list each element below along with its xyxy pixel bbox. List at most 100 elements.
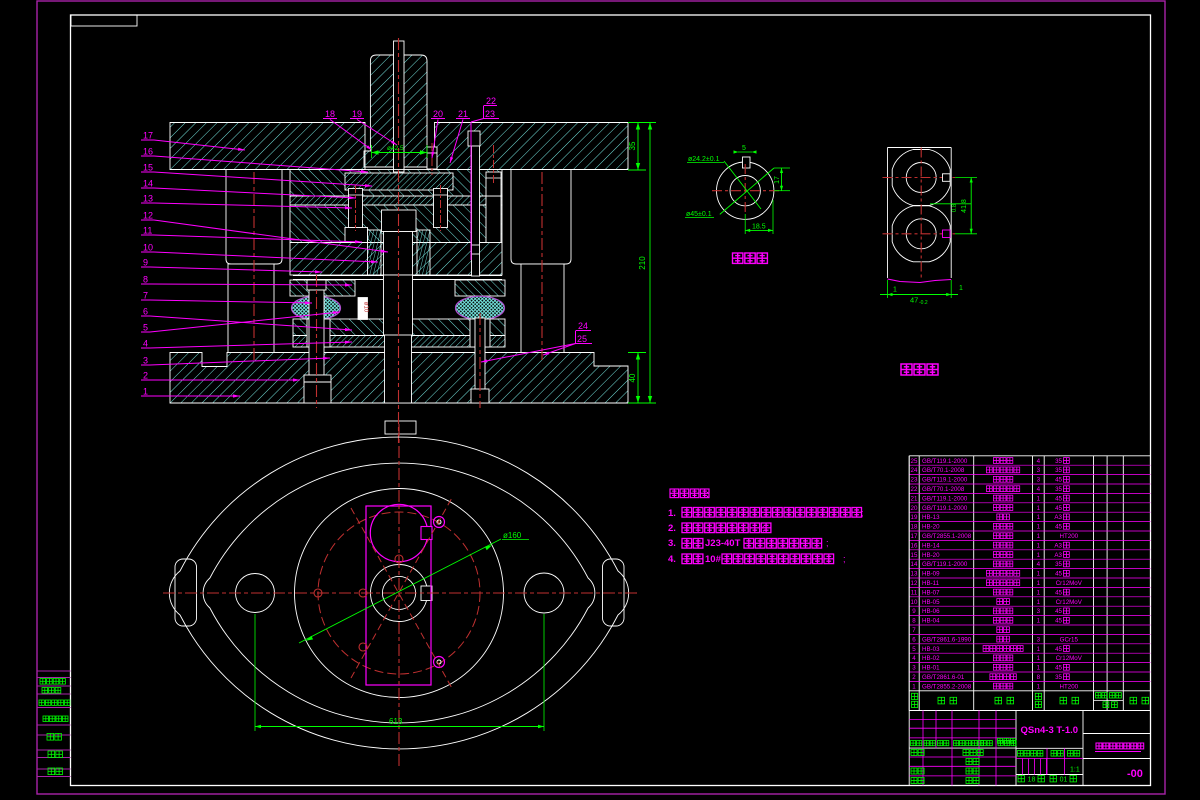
svg-text:18.5: 18.5 [752, 224, 766, 231]
svg-text:40: 40 [628, 373, 637, 382]
svg-text:41.8: 41.8 [961, 199, 968, 213]
svg-text:16: 16 [143, 147, 153, 157]
svg-text:45: 45 [1055, 505, 1062, 512]
svg-text:20: 20 [433, 109, 443, 119]
svg-text:GB/T2855.1-2008: GB/T2855.1-2008 [922, 533, 972, 540]
svg-text:7: 7 [143, 291, 148, 301]
svg-text:HB-20: HB-20 [922, 552, 940, 559]
svg-text:;: ; [762, 523, 765, 533]
svg-text:24: 24 [578, 321, 588, 331]
svg-text:GB/T119.1-2000: GB/T119.1-2000 [922, 505, 968, 512]
svg-text:GB/T2861.6-01: GB/T2861.6-01 [922, 674, 965, 681]
svg-text:HB-04: HB-04 [922, 618, 940, 625]
svg-text:18: 18 [325, 109, 335, 119]
svg-text:01: 01 [1060, 777, 1068, 784]
svg-text:3: 3 [1037, 477, 1041, 484]
svg-text:13: 13 [143, 194, 153, 204]
svg-text:1: 1 [1037, 571, 1041, 578]
svg-text:5: 5 [143, 323, 148, 333]
svg-text:HB-01: HB-01 [922, 665, 940, 672]
svg-text:18: 18 [911, 524, 918, 531]
svg-text:1: 1 [1037, 683, 1041, 690]
svg-text:1: 1 [912, 683, 916, 690]
svg-text:QSn4-3 T-1.0: QSn4-3 T-1.0 [1021, 725, 1079, 736]
svg-text:10: 10 [143, 243, 153, 253]
svg-text:2: 2 [143, 371, 148, 381]
svg-text:HB-13: HB-13 [922, 514, 940, 521]
svg-text:15: 15 [911, 552, 918, 559]
svg-text:6: 6 [912, 636, 916, 643]
svg-text:ø160: ø160 [503, 531, 522, 540]
svg-text:Cr12MoV: Cr12MoV [1056, 580, 1083, 587]
svg-text:1: 1 [1037, 495, 1041, 502]
svg-text:HT200: HT200 [1060, 533, 1079, 540]
svg-text:1: 1 [1037, 552, 1041, 559]
svg-text:1: 1 [143, 387, 148, 397]
svg-text:45: 45 [1055, 618, 1062, 625]
svg-text:HB-14: HB-14 [922, 542, 940, 549]
svg-text:21: 21 [911, 495, 918, 502]
svg-text:10#: 10# [705, 554, 722, 565]
svg-text:19: 19 [352, 109, 362, 119]
svg-text:HB-06: HB-06 [922, 608, 940, 615]
svg-text:45: 45 [1055, 589, 1062, 596]
svg-text:ø42.5: ø42.5 [387, 145, 404, 152]
svg-text:20: 20 [911, 505, 918, 512]
svg-text:35: 35 [1055, 467, 1062, 474]
svg-text:1: 1 [1037, 646, 1041, 653]
svg-text:1: 1 [1037, 524, 1041, 531]
svg-text:1: 1 [1037, 618, 1041, 625]
svg-text:3: 3 [1037, 608, 1041, 615]
svg-text:0.8: 0.8 [952, 203, 958, 212]
svg-text:5: 5 [912, 646, 916, 653]
svg-text:17: 17 [774, 176, 781, 184]
svg-text:1:1: 1:1 [1070, 767, 1080, 774]
svg-text:3: 3 [1037, 467, 1041, 474]
svg-text:GB/T119.1-2000: GB/T119.1-2000 [922, 477, 968, 484]
svg-text:45: 45 [1055, 477, 1062, 484]
svg-text:3: 3 [912, 665, 916, 672]
svg-text:9: 9 [912, 608, 916, 615]
svg-text:3: 3 [143, 356, 148, 366]
svg-text:4: 4 [912, 655, 916, 662]
svg-text:9: 9 [143, 258, 148, 268]
svg-text:-00: -00 [1127, 768, 1143, 780]
svg-text:1: 1 [1037, 589, 1041, 596]
svg-text:GCr15: GCr15 [1060, 636, 1079, 643]
svg-text:GB/T119.1-2000: GB/T119.1-2000 [922, 458, 968, 465]
svg-text:47: 47 [910, 296, 918, 305]
svg-text:HB-03: HB-03 [922, 646, 940, 653]
svg-text:ø10: ø10 [363, 302, 369, 313]
svg-text:35: 35 [1055, 486, 1062, 493]
svg-text:ø24.2±0.1: ø24.2±0.1 [688, 156, 720, 163]
svg-text:210: 210 [638, 256, 647, 270]
svg-text:1: 1 [1037, 514, 1041, 521]
svg-text:7: 7 [912, 627, 916, 634]
svg-text:4: 4 [1037, 458, 1041, 465]
svg-text:45: 45 [1055, 608, 1062, 615]
svg-text:45: 45 [1055, 571, 1062, 578]
svg-text:14: 14 [911, 561, 918, 568]
svg-text:HB-09: HB-09 [922, 571, 940, 578]
svg-text:GB/T70.1-2008: GB/T70.1-2008 [922, 486, 965, 493]
svg-text:1: 1 [1037, 542, 1041, 549]
svg-text:HB-07: HB-07 [922, 589, 940, 596]
svg-text:12: 12 [911, 580, 918, 587]
svg-text:35: 35 [1055, 674, 1062, 681]
svg-text:23: 23 [485, 109, 495, 119]
svg-text:4: 4 [1037, 486, 1041, 493]
svg-text:Cr12MoV: Cr12MoV [1056, 599, 1083, 606]
svg-text:45: 45 [1055, 646, 1062, 653]
svg-text:11: 11 [143, 226, 152, 236]
svg-text:1: 1 [1037, 599, 1041, 606]
svg-text:;: ; [861, 508, 864, 518]
svg-text:10: 10 [911, 599, 918, 606]
svg-text:-0.2: -0.2 [919, 300, 928, 306]
svg-text:5: 5 [742, 145, 746, 152]
svg-text:1: 1 [1037, 533, 1041, 540]
svg-text:ø45±0.1: ø45±0.1 [686, 211, 712, 218]
svg-text:1: 1 [893, 287, 897, 294]
svg-text:4.: 4. [668, 554, 676, 565]
svg-text:16: 16 [911, 542, 918, 549]
svg-text:HB-05: HB-05 [922, 599, 940, 606]
